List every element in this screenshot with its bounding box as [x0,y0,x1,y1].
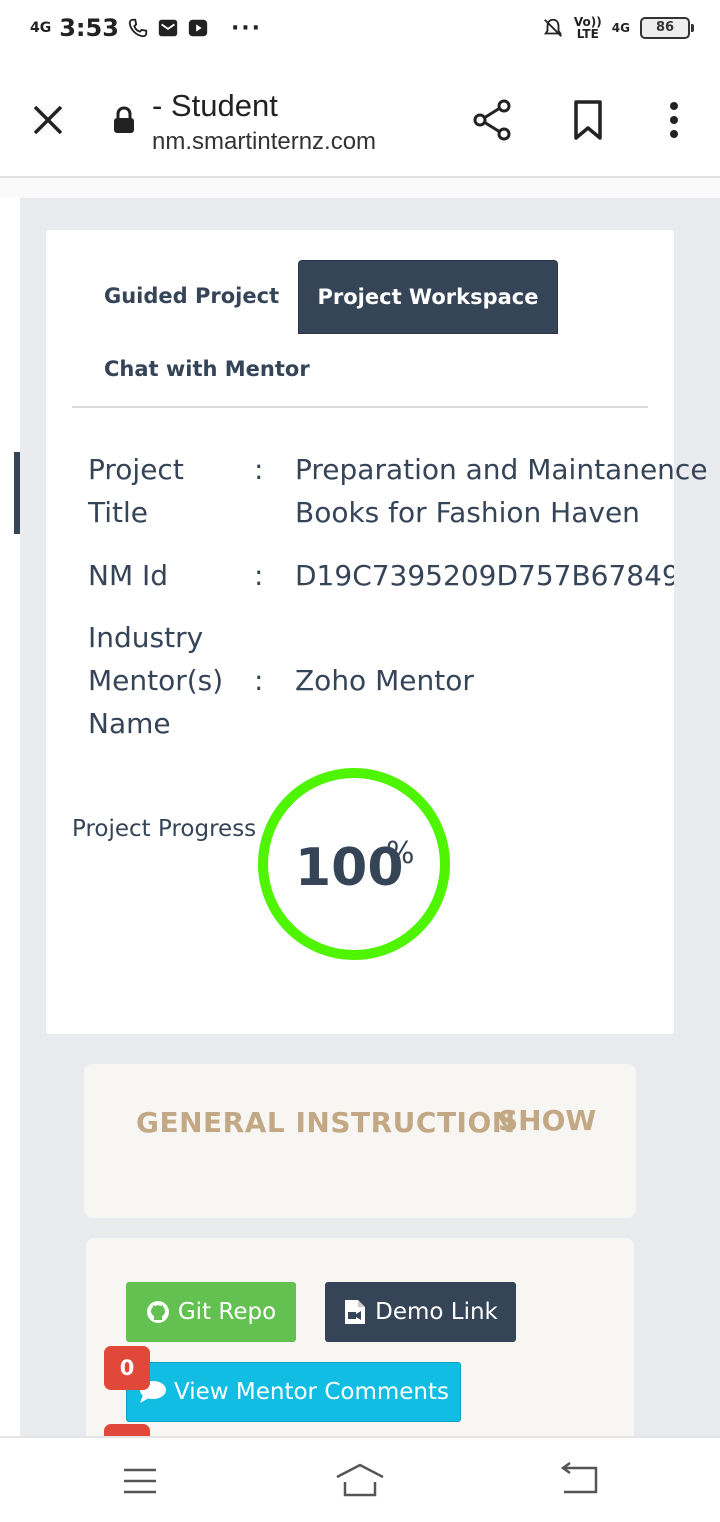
secondary-count-badge [104,1424,150,1436]
nm-id-value: D19C7395209D757B6784925F [295,559,674,592]
volte-indicator: Vo)) LTE [573,15,602,41]
git-repo-label: Git Repo [177,1299,277,1325]
project-title-label-line2: Title [88,496,149,529]
notifications-off-icon [543,18,562,37]
close-icon[interactable] [30,102,66,138]
general-instruction-title: GENERAL INSTRUCTION [136,1106,516,1139]
demo-link-button[interactable]: Demo Link [325,1282,516,1342]
network-indicator: 4G [30,20,52,36]
mentor-label-line1: Industry [88,621,204,654]
view-mentor-comments-button[interactable]: View Mentor Comments [126,1362,461,1422]
demo-link-label: Demo Link [375,1299,498,1325]
mentor-colon: : [254,664,264,697]
tab-divider [72,406,648,408]
project-title-value-line1: Preparation and Maintanence [295,453,708,486]
progress-label: Project Progress [72,816,257,842]
nm-id-colon: : [254,559,264,592]
page-top-gap [0,178,720,198]
clock: 3:53 [59,14,119,42]
mentor-label-line3: Name [88,707,171,740]
system-nav-bar [0,1436,720,1522]
browser-toolbar: - Student nm.smartinternz.com [0,64,720,178]
mail-icon [158,19,178,37]
call-icon [128,18,148,38]
home-icon[interactable] [334,1462,386,1498]
battery-indicator: 86 [640,17,694,39]
back-icon[interactable] [558,1462,600,1496]
more-notifications-icon: ··· [230,15,263,41]
page-title[interactable]: - Student [152,88,278,124]
github-icon [146,1301,169,1323]
bookmark-icon[interactable] [572,100,604,140]
mentor-label-line2: Mentor(s) [88,664,224,697]
page-url[interactable]: nm.smartinternz.com [152,128,376,156]
mentor-value: Zoho Mentor [295,664,474,697]
project-card: Guided Project Project Workspace Chat wi… [46,230,708,1034]
youtube-icon [188,19,208,37]
progress-unit: % [386,836,415,871]
menu-icon[interactable] [122,1466,158,1496]
sidebar-edge[interactable] [0,198,20,1436]
general-instruction-panel: GENERAL INSTRUCTION SHOW [84,1064,636,1218]
project-title-value-line2: Books for Fashion Haven [295,496,640,529]
show-toggle[interactable]: SHOW [498,1104,596,1137]
project-title-label-line1: Project [88,453,184,486]
page-content: Guided Project Project Workspace Chat wi… [0,178,720,1436]
comments-count-badge: 0 [104,1346,150,1390]
project-links-panel: Git Repo Demo Link View Mentor Comments … [86,1238,634,1436]
view-mentor-comments-label: View Mentor Comments [174,1379,449,1405]
project-title-colon: : [254,453,264,486]
status-bar: 4G 3:53 ··· Vo)) LTE 4G 86 [0,0,720,64]
tab-chat-with-mentor[interactable]: Chat with Mentor [104,357,310,381]
data-indicator: 4G [611,21,630,35]
video-file-icon [345,1300,366,1324]
lock-icon[interactable] [112,106,136,134]
tab-project-workspace[interactable]: Project Workspace [298,260,558,334]
git-repo-button[interactable]: Git Repo [126,1282,296,1342]
sidebar-active-indicator [14,452,20,534]
nm-id-label: NM Id [88,559,169,592]
share-icon[interactable] [472,98,512,142]
tab-guided-project[interactable]: Guided Project [104,284,279,308]
more-vert-icon[interactable] [664,100,684,140]
